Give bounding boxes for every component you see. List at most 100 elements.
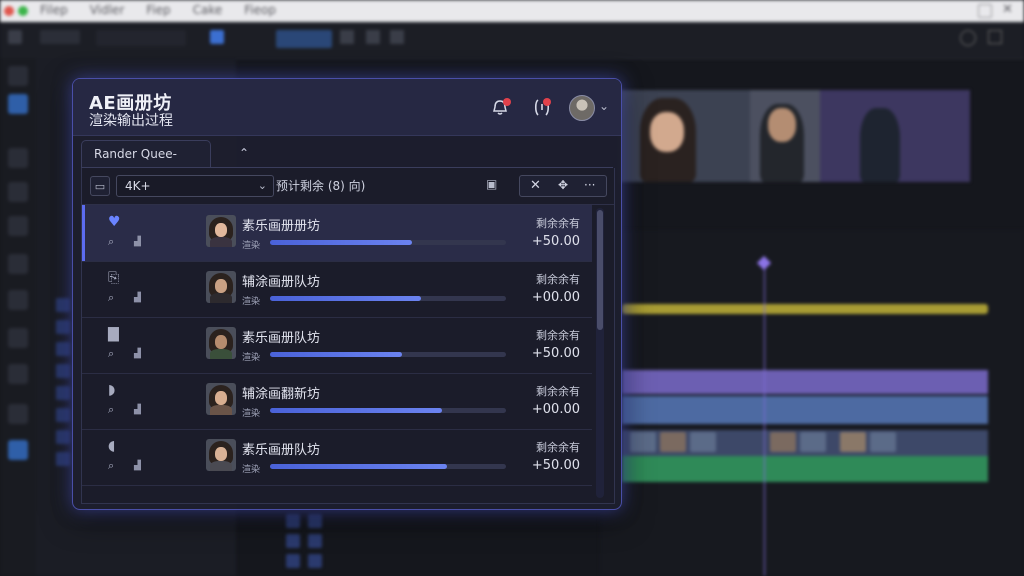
chevron-down-icon: ⌄: [257, 179, 267, 192]
window-icon[interactable]: [988, 30, 1002, 44]
thumbs-up-icon[interactable]: ▟: [134, 293, 141, 303]
thumbs-up-icon[interactable]: ▟: [134, 461, 141, 471]
shield-icon[interactable]: ◗: [108, 382, 115, 398]
queue-item[interactable]: ▇ ⌕ ▟ 素乐画册队坊 渲染 剩余余有 +50.00: [82, 317, 592, 374]
tool-icon[interactable]: [390, 30, 404, 44]
scrollbar[interactable]: [596, 208, 604, 498]
tool-icon[interactable]: [8, 440, 28, 460]
search-icon[interactable]: ⌕: [108, 291, 114, 305]
active-tab[interactable]: [276, 30, 332, 48]
queue-item[interactable]: ◗ ⌕ ▟ 辅涂画翻新坊 渲染 剩余余有 +00.00: [82, 373, 592, 430]
queue-item[interactable]: ◖ ⌕ ▟ 素乐画册队坊 渲染 剩余余有 +50.00: [82, 429, 592, 486]
folder-icon[interactable]: ▇: [108, 326, 119, 342]
job-title: 辅涂画册队坊: [242, 275, 321, 290]
clip-thumbnail: [206, 271, 236, 303]
render-queue-list: ♥ ⌕ ▟ 素乐画册册坊 渲染 剩余余有 +50.00 ⎘ ⌕ ▟ 辅涂画册队坊…: [82, 205, 592, 503]
tool-icon[interactable]: [210, 30, 224, 44]
menu-item[interactable]: Cake: [193, 3, 223, 17]
tool-icon[interactable]: [8, 216, 28, 236]
clip-thumbnail: [206, 383, 236, 415]
thumbs-up-icon[interactable]: ▟: [134, 405, 141, 415]
tool-icon[interactable]: [8, 182, 28, 202]
job-status: 渲染: [242, 241, 261, 251]
tool-icon[interactable]: [8, 290, 28, 310]
view-toggle-icon[interactable]: ▭: [90, 176, 110, 196]
zoom-window-icon[interactable]: [18, 6, 28, 16]
search-icon[interactable]: ⌕: [108, 403, 114, 417]
panel-header: AE画册坊 渲染输出过程 ⌄: [73, 79, 621, 136]
thumbs-up-icon[interactable]: ▟: [134, 349, 141, 359]
tool-icon[interactable]: [8, 364, 28, 384]
search-field[interactable]: [96, 30, 186, 46]
tool-icon[interactable]: [8, 404, 28, 424]
clip-thumbnail: [206, 439, 236, 471]
menu-item[interactable]: Vidler: [90, 3, 125, 17]
user-avatar[interactable]: [569, 95, 595, 121]
settings-icon[interactable]: [960, 30, 976, 46]
job-title: 素乐画册队坊: [242, 331, 321, 346]
remaining-time: +50.00: [531, 234, 580, 249]
filter-bar: ▭ 4K+ ⌄ 预计剩余 (8) 向) ▣ ✕ ✥ ···: [82, 168, 614, 205]
playhead[interactable]: [764, 258, 765, 576]
comment-icon[interactable]: ▣: [486, 177, 497, 191]
tool-icon[interactable]: [8, 148, 28, 168]
restore-window-icon[interactable]: [978, 4, 992, 18]
remaining-label: 剩余余有: [536, 217, 580, 230]
progress-bar: [270, 352, 506, 357]
timeline-panel: [600, 230, 1024, 576]
remaining-label: 剩余余有: [536, 273, 580, 286]
notification-badge: [503, 98, 511, 106]
resolution-value: 4K+: [125, 179, 151, 193]
close-icon[interactable]: ✕: [1002, 2, 1013, 17]
heart-icon[interactable]: ♥: [108, 214, 121, 230]
search-icon[interactable]: ⌕: [108, 459, 114, 473]
panel-tabs: Rander Quee- ⌃: [81, 140, 613, 168]
menu-item[interactable]: Fiep: [146, 3, 170, 17]
progress-bar: [270, 464, 506, 469]
remaining-time: +50.00: [531, 346, 580, 361]
job-title: 素乐画册册坊: [242, 219, 321, 234]
resolution-select[interactable]: 4K+ ⌄: [116, 175, 274, 197]
job-title: 辅涂画翻新坊: [242, 387, 321, 402]
collapse-icon[interactable]: ⌃: [239, 146, 249, 160]
render-queue-content: ▭ 4K+ ⌄ 预计剩余 (8) 向) ▣ ✕ ✥ ··· ♥ ⌕ ▟ 素乐画册…: [81, 168, 615, 504]
menu-item[interactable]: Fieop: [244, 3, 276, 17]
app-icon[interactable]: [8, 30, 22, 44]
clip-thumbnail: [206, 327, 236, 359]
toolbar-field[interactable]: [40, 30, 80, 44]
remaining-label: 剩余余有: [536, 329, 580, 342]
pin-icon[interactable]: ✥: [558, 178, 568, 192]
thumbs-up-icon[interactable]: ▟: [134, 237, 141, 247]
remaining-label: 剩余余有: [536, 385, 580, 398]
system-menu: Filep Vidler Fiep Cake Fieop: [40, 3, 276, 17]
queue-item[interactable]: ♥ ⌕ ▟ 素乐画册册坊 渲染 剩余余有 +50.00: [82, 205, 592, 262]
tool-icon[interactable]: [8, 328, 28, 348]
tool-icon[interactable]: [366, 30, 380, 44]
chat-icon[interactable]: ◖: [108, 438, 115, 454]
cancel-icon[interactable]: ✕: [530, 178, 541, 193]
job-status: 渲染: [242, 353, 261, 363]
chevron-down-icon[interactable]: ⌄: [599, 99, 609, 113]
search-icon[interactable]: ⌕: [108, 347, 114, 361]
job-title: 素乐画册队坊: [242, 443, 321, 458]
tab-render-queue[interactable]: Rander Quee-: [81, 140, 211, 167]
tool-icon[interactable]: [8, 254, 28, 274]
tool-icon[interactable]: [340, 30, 354, 44]
select-tool-icon[interactable]: [8, 94, 28, 114]
more-icon[interactable]: ···: [584, 178, 595, 192]
remaining-time: +50.00: [531, 458, 580, 473]
progress-bar: [270, 408, 506, 413]
job-status: 渲染: [242, 297, 261, 307]
share-icon[interactable]: ⎘: [108, 270, 119, 286]
menu-item[interactable]: Filep: [40, 3, 68, 17]
job-status: 渲染: [242, 409, 261, 419]
tool-icon[interactable]: [8, 66, 28, 86]
queue-item[interactable]: ⎘ ⌕ ▟ 辅涂画册队坊 渲染 剩余余有 +00.00: [82, 261, 592, 318]
remaining-time: +00.00: [531, 402, 580, 417]
close-window-icon[interactable]: [4, 6, 14, 16]
scrollbar-thumb[interactable]: [597, 210, 603, 330]
search-icon[interactable]: ⌕: [108, 235, 114, 249]
system-menu-bar: Filep Vidler Fiep Cake Fieop ✕: [0, 0, 1024, 22]
panel-subtitle: 渲染输出过程: [89, 113, 173, 129]
remaining-label: 剩余余有: [536, 441, 580, 454]
